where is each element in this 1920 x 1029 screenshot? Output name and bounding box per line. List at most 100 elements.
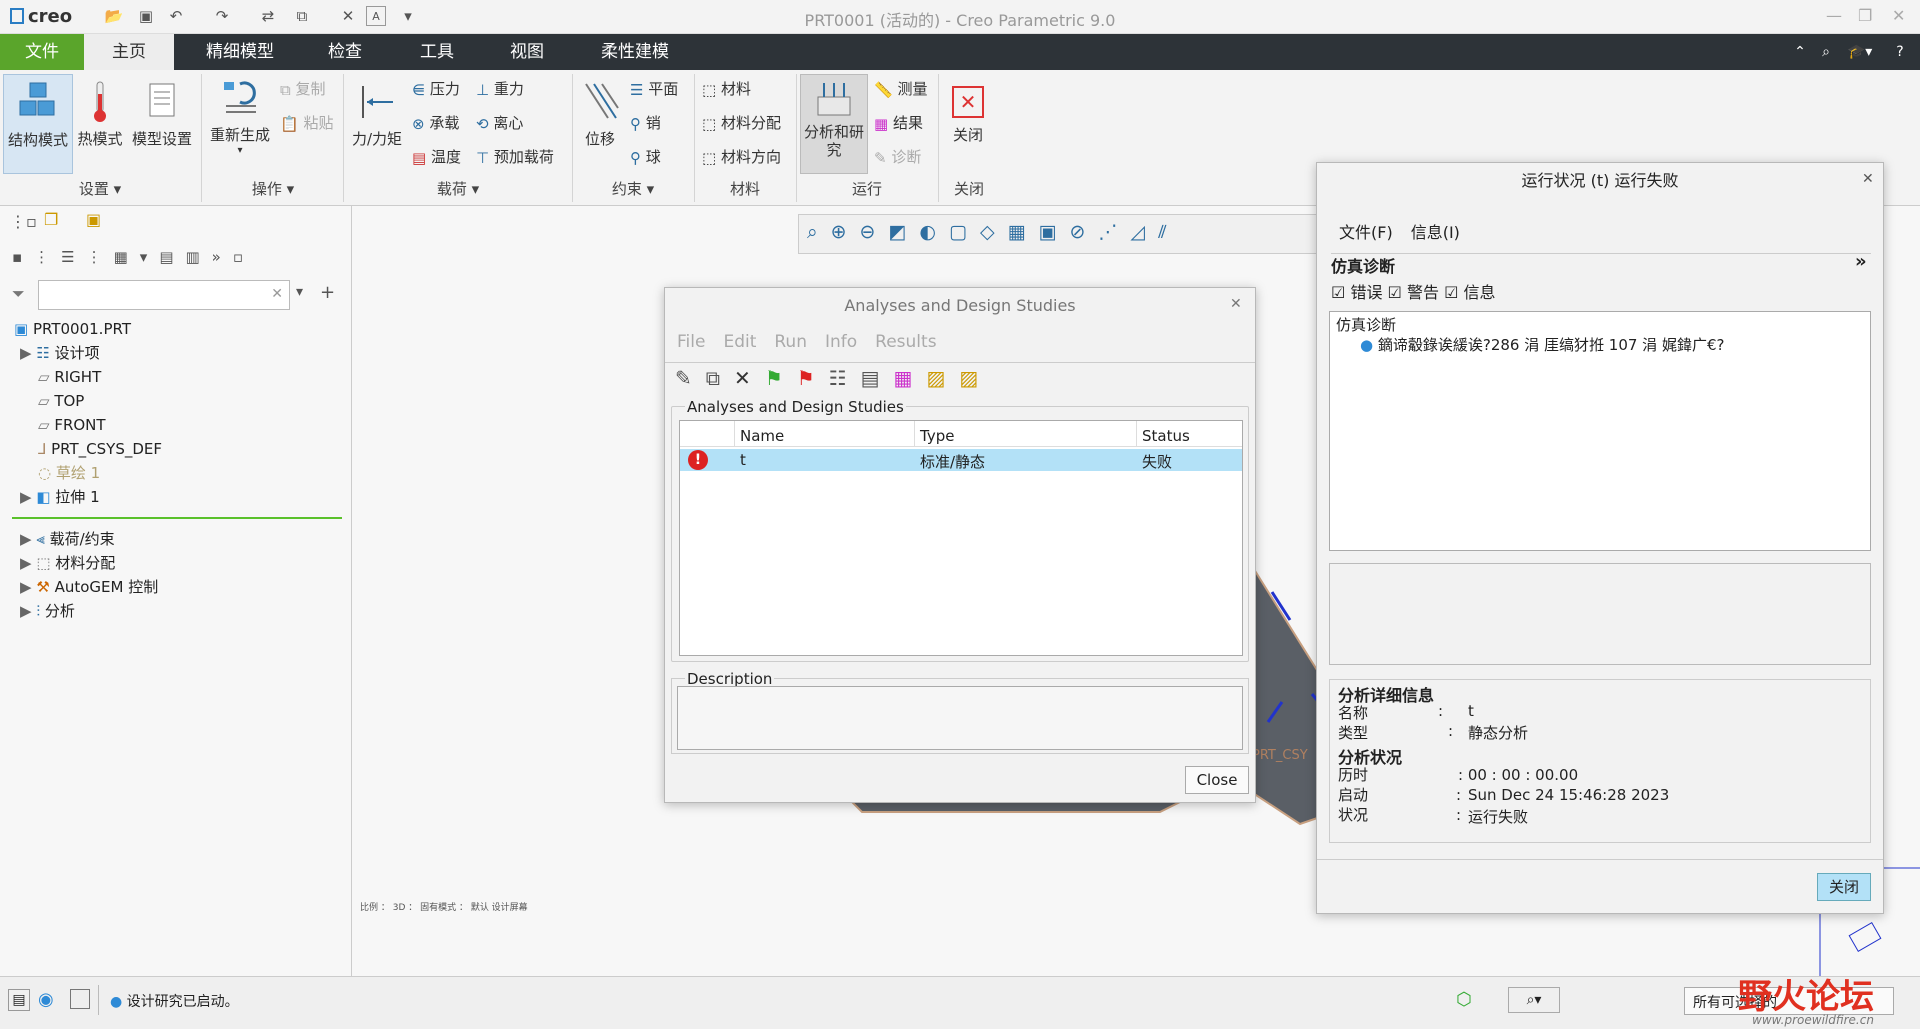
run-close-button[interactable]: 关闭 <box>1817 873 1871 901</box>
copy-icon[interactable]: ⧉ <box>706 366 734 390</box>
tree-item-extrude[interactable]: ▶ ◧ 拉伸 1 <box>20 485 100 509</box>
close-window-icon[interactable]: ✕ <box>338 6 358 26</box>
analyses-and-studies-button[interactable]: 分析和研究 <box>800 74 868 174</box>
tab-file[interactable]: 文件 <box>0 34 84 70</box>
tab-inspect[interactable]: 检查 <box>300 34 390 70</box>
tree-item-top[interactable]: ▱ TOP <box>38 389 84 413</box>
filter-icon[interactable]: ⏷ <box>12 284 25 304</box>
bearing-button[interactable]: ⊗ 承载 <box>412 112 459 133</box>
clear-icon[interactable]: ✕ <box>271 286 283 302</box>
group-setup-label[interactable]: 设置 ▾ <box>0 178 200 199</box>
material-assignment-button[interactable]: ⬚ 材料分配 <box>702 112 781 133</box>
tree-item-analysis[interactable]: ▶ ⫶ 分析 <box>20 599 75 623</box>
tree-search-input[interactable]: ✕ <box>38 280 290 310</box>
close-icon[interactable]: ✕ <box>1892 6 1905 25</box>
collapse-ribbon-icon[interactable]: ⌃ <box>1790 34 1810 70</box>
menu-run[interactable]: Run <box>774 332 807 352</box>
windows-icon[interactable]: ⧉ <box>292 6 312 26</box>
view-tools-icons[interactable]: ⌕⊕⊖◩◐▢◇▦▣⊘⋰◿⫽ <box>799 215 1317 249</box>
results-window-icon[interactable]: ▨ <box>926 366 959 390</box>
redo-icon[interactable]: ↷ <box>212 6 232 26</box>
customize-icon[interactable]: ▾ <box>398 6 418 26</box>
tree-item-front[interactable]: ▱ FRONT <box>38 413 106 437</box>
table-row[interactable]: ! t 标准/静态 失败 <box>680 449 1242 471</box>
tree-item-sketch[interactable]: ◌ 草绘 1 <box>38 461 100 485</box>
save-icon[interactable]: ▣ <box>136 6 156 26</box>
open-icon[interactable]: 📂 <box>104 6 124 26</box>
displacement-button[interactable]: 位移 <box>576 74 624 174</box>
undo-icon[interactable]: ↶ <box>166 6 186 26</box>
pressure-button[interactable]: ⋹ 压力 <box>412 78 460 99</box>
tab-refine-model[interactable]: 精细模型 <box>190 34 290 70</box>
tree-item-right[interactable]: ▱ RIGHT <box>38 365 101 389</box>
tab-home[interactable]: 主页 <box>84 34 174 70</box>
tab-view[interactable]: 视图 <box>482 34 572 70</box>
tree-item-autogem[interactable]: ▶ ⚒ AutoGEM 控制 <box>20 575 158 599</box>
tab-flexible-modeling[interactable]: 柔性建模 <box>585 34 685 70</box>
delete-icon[interactable]: ✕ <box>734 366 765 390</box>
thermal-mode-button[interactable]: 热模式 <box>74 74 126 174</box>
dialog-close-icon[interactable]: ✕ <box>1862 171 1874 187</box>
fullscreen-icon[interactable] <box>70 989 90 1009</box>
help-icon[interactable]: ? <box>1890 34 1910 70</box>
learning-icon[interactable]: 🎓▾ <box>1844 34 1876 70</box>
search-icon[interactable]: ⌕ <box>1816 34 1836 70</box>
centrifugal-button[interactable]: ⟲ 离心 <box>476 112 523 133</box>
navigator-toggle-icon[interactable]: ▤ <box>8 989 30 1011</box>
menu-info[interactable]: Info <box>825 332 857 352</box>
menu-results[interactable]: Results <box>875 332 936 352</box>
edit-icon[interactable]: ✎ <box>675 366 706 390</box>
copy-button[interactable]: ⧉ 复制 <box>280 78 326 99</box>
tree-toolbar[interactable]: ▪⋮☰⋮▦▾▤▥»▫ <box>12 248 342 272</box>
structure-mode-button[interactable]: 结构模式 <box>3 74 73 174</box>
material-orientation-button[interactable]: ⬚ 材料方向 <box>702 146 781 167</box>
menu-edit[interactable]: Edit <box>723 332 756 352</box>
tree-root[interactable]: ▣ PRT0001.PRT <box>14 317 131 341</box>
diagnostic-message[interactable]: ● 鏑谛觳錄诶緩诶?286 涓 厓缟犲拰 107 涓 娓鍏广€? <box>1360 334 1724 355</box>
browser-toggle-icon[interactable]: ◉ <box>38 989 54 1010</box>
paste-button[interactable]: 📋 粘贴 <box>280 112 333 133</box>
info-checkbox[interactable]: ☑ 信息 <box>1444 283 1495 302</box>
menu-file[interactable]: 文件(F) <box>1339 223 1393 242</box>
warnings-checkbox[interactable]: ☑ 警告 <box>1388 283 1439 302</box>
info-icon[interactable]: ▤ <box>861 366 894 390</box>
tab-tools[interactable]: 工具 <box>392 34 482 70</box>
model-setup-button[interactable]: 模型设置 <box>128 74 196 174</box>
preload-button[interactable]: ⊤ 预加载荷 <box>476 146 554 167</box>
ball-button[interactable]: ⚲ 球 <box>630 146 661 167</box>
tree-item-loads-constraints[interactable]: ▶ ⫷ 载荷/约束 <box>20 527 115 551</box>
group-operations-label[interactable]: 操作 ▾ <box>204 178 342 199</box>
col-name[interactable]: Name <box>740 427 784 445</box>
add-icon[interactable]: + <box>320 282 335 303</box>
group-loads-label[interactable]: 载荷 ▾ <box>345 178 571 199</box>
results-icon[interactable]: ▦ <box>894 366 927 390</box>
chevron-down-icon[interactable]: ▾ <box>296 284 303 300</box>
col-type[interactable]: Type <box>920 427 954 445</box>
regenerate-button[interactable]: 重新生成 ▾ <box>206 74 274 174</box>
plane-button[interactable]: ☰ 平面 <box>630 78 678 99</box>
minimize-icon[interactable]: — <box>1826 6 1842 25</box>
temperature-button[interactable]: ▤ 温度 <box>412 146 461 167</box>
diagnostics-root[interactable]: 仿真诊断 <box>1336 314 1396 335</box>
menu-file[interactable]: File <box>677 332 705 352</box>
menu-info[interactable]: 信息(I) <box>1411 223 1460 242</box>
results-compare-icon[interactable]: ▨ <box>959 366 992 390</box>
material-button[interactable]: ⬚ 材料 <box>702 78 751 99</box>
col-status[interactable]: Status <box>1142 427 1190 445</box>
measure-button[interactable]: 📏 测量 <box>874 78 927 99</box>
errors-checkbox[interactable]: ☑ 错误 <box>1331 283 1382 302</box>
diagnostics-button[interactable]: ✎ 诊断 <box>874 146 921 167</box>
force-moment-button[interactable]: 力/力矩 <box>348 74 406 174</box>
tree-item-csys[interactable]: ⅃ PRT_CSYS_DEF <box>38 437 162 461</box>
dialog-close-icon[interactable]: ✕ <box>1230 296 1242 312</box>
tree-item-material-assignment[interactable]: ▶ ⬚ 材料分配 <box>20 551 115 575</box>
insert-here-line[interactable] <box>12 517 342 519</box>
gravity-button[interactable]: ⊥ 重力 <box>476 78 524 99</box>
stop-run-icon[interactable]: ⚑ <box>797 366 829 390</box>
favorites-tab-icon[interactable]: ▣ <box>86 210 101 229</box>
close-button[interactable]: Close <box>1185 766 1249 794</box>
expand-panel-icon[interactable]: » <box>1855 251 1867 272</box>
description-field[interactable] <box>677 686 1243 750</box>
close-ribbon-button[interactable]: ✕ 关闭 <box>944 74 992 174</box>
text-icon[interactable]: A <box>366 6 386 26</box>
